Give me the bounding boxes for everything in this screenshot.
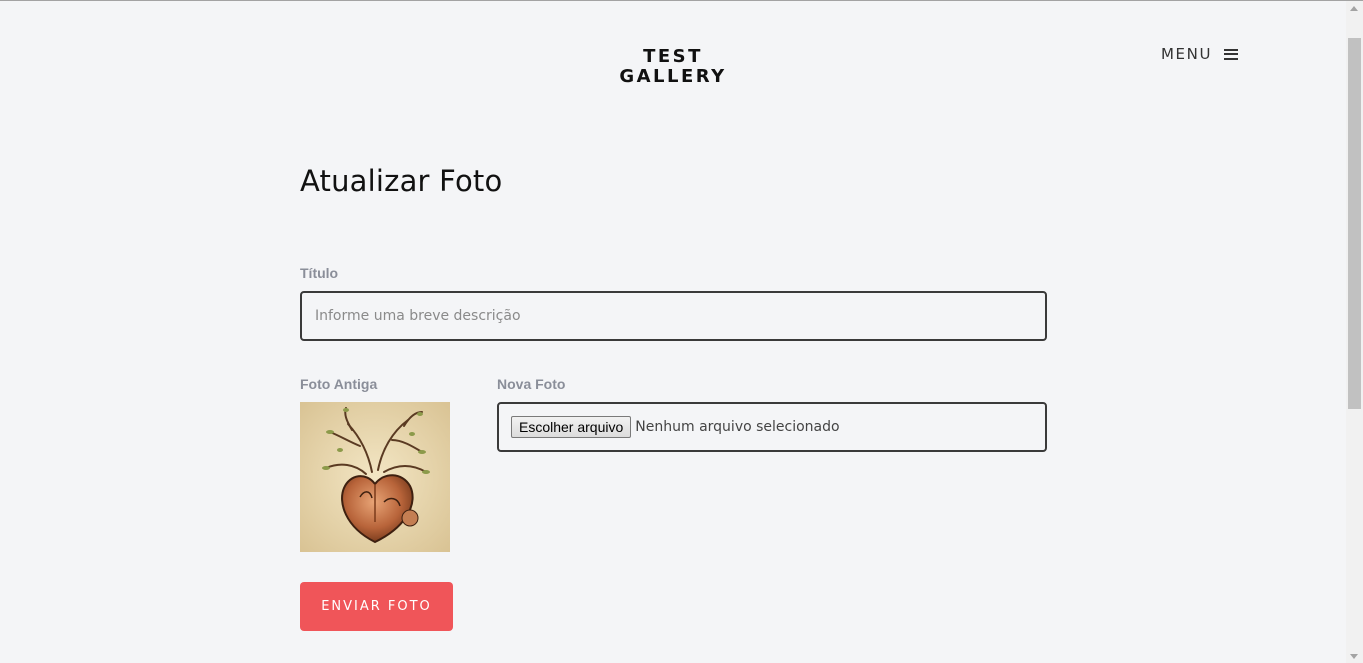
scroll-up-icon[interactable] <box>1350 6 1358 11</box>
hamburger-menu-icon <box>1224 48 1239 60</box>
old-photo-image <box>300 402 450 552</box>
file-input[interactable]: Escolher arquivo Nenhum arquivo selecion… <box>497 402 1047 452</box>
submit-photo-button[interactable]: ENVIAR FOTO <box>300 582 453 631</box>
scrollbar-thumb[interactable] <box>1348 38 1361 409</box>
file-status: Nenhum arquivo selecionado <box>635 419 840 435</box>
menu-button[interactable]: MENU <box>1161 45 1239 63</box>
menu-label: MENU <box>1161 45 1213 63</box>
page-title: Atualizar Foto <box>300 164 503 198</box>
nova-foto-label: Nova Foto <box>497 376 566 392</box>
titulo-label: Título <box>300 265 339 281</box>
titulo-input[interactable] <box>300 291 1047 341</box>
foto-antiga-label: Foto Antiga <box>300 376 378 392</box>
vertical-scrollbar[interactable] <box>1346 1 1363 663</box>
choose-file-button[interactable]: Escolher arquivo <box>511 416 632 438</box>
scroll-down-icon[interactable] <box>1350 654 1358 659</box>
logo-line-2: GALLERY <box>619 66 727 87</box>
site-logo[interactable]: TEST GALLERY <box>0 47 1346 87</box>
page: TEST GALLERY MENU Atualizar Foto Título … <box>0 0 1363 663</box>
logo-line-1: TEST <box>643 46 703 67</box>
